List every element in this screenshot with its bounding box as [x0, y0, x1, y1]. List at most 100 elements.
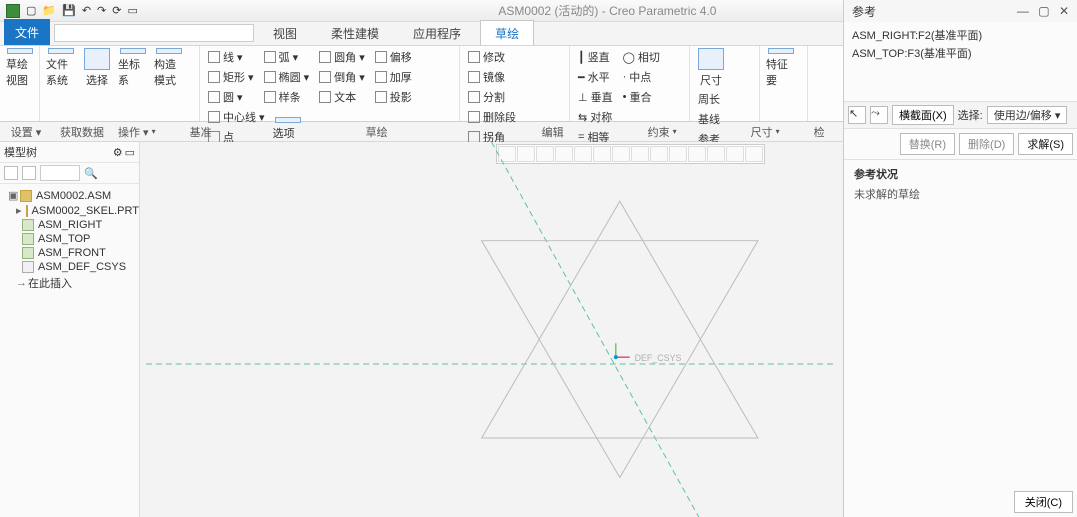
centerline-button[interactable]: 中心线 ▾ — [206, 108, 267, 126]
tab-flex[interactable]: 柔性建模 — [316, 20, 394, 45]
qat-new-icon[interactable]: ▢ — [26, 4, 36, 17]
ref-item-1[interactable]: ASM_RIGHT:F2(基准平面) — [852, 26, 1069, 44]
cross-section-button[interactable]: 横截面(X) — [892, 105, 954, 125]
tree-node-csys[interactable]: ASM_DEF_CSYS — [4, 260, 135, 274]
lbl-ops[interactable]: 操作 ▾ — [118, 124, 156, 140]
delete-button[interactable]: 删除(D) — [959, 133, 1014, 155]
tree-tool-1[interactable] — [4, 166, 18, 180]
baseline-button[interactable]: 基线 — [696, 110, 722, 128]
grp-inspect: 特征要 — [760, 46, 808, 121]
grp-settings: 草绘视图 — [0, 46, 40, 121]
model-tree-panel: 模型树 ⚙ ▭ 🔍 ▣ASM0002.ASM ▸ASM0002_SKEL.PRT… — [0, 142, 140, 517]
coincident-button[interactable]: • 重合 — [621, 88, 662, 106]
sketch-geometry: DEF_CSYS — [140, 142, 843, 517]
construct-button[interactable]: 构造模式 — [154, 48, 184, 88]
reference-status: 参考状况 未求解的草绘 — [844, 160, 1077, 208]
reference-select-bar: ↖ ⤳ 横截面(X) 选择: 使用边/偏移 ▾ — [844, 102, 1077, 129]
status-text: 未求解的草绘 — [854, 186, 1067, 202]
minimize-icon[interactable]: — — [1017, 4, 1029, 18]
select-label: 选择: — [958, 107, 983, 123]
filesystem-button[interactable]: 文件系统 — [46, 48, 76, 88]
chamfer-button[interactable]: 倒角 ▾ — [317, 68, 367, 86]
perimeter-button[interactable]: 周长 — [696, 90, 722, 108]
lbl-getdata[interactable]: 获取数据 — [60, 124, 104, 140]
perp-button[interactable]: ⊥ 垂直 — [576, 88, 615, 106]
tree-node-skel[interactable]: ▸ASM0002_SKEL.PRT — [4, 203, 135, 218]
lbl-settings[interactable]: 设置 ▾ — [6, 124, 46, 140]
sketch-view-button[interactable]: 草绘视图 — [6, 48, 33, 88]
feature-req-button[interactable]: 特征要 — [766, 48, 796, 88]
qat-redo-icon[interactable]: ↷ — [97, 4, 106, 17]
select-mode-dropdown[interactable]: 使用边/偏移 ▾ — [987, 106, 1068, 124]
close-button[interactable]: 关闭(C) — [1014, 491, 1073, 513]
lbl-dim[interactable]: 尺寸 — [751, 124, 780, 140]
spline-button[interactable]: 样条 — [262, 88, 312, 106]
lbl-inspect: 检 — [814, 124, 825, 140]
text-button[interactable]: 文本 — [317, 88, 367, 106]
grp-sketch: 线 ▾ 矩形 ▾ 圆 ▾ 弧 ▾ 椭圆 ▾ 样条 圆角 ▾ 倒角 ▾ 文本 偏移… — [200, 46, 460, 121]
qat-regen-icon[interactable]: ⟳ — [112, 4, 121, 17]
solve-button[interactable]: 求解(S) — [1018, 133, 1073, 155]
references-panel: ASM_RIGHT:F2(基准平面) ASM_TOP:F3(基准平面) ↖ ⤳ … — [843, 22, 1077, 517]
horizontal-button[interactable]: ━ 水平 — [576, 68, 615, 86]
select-button[interactable]: 选择 — [82, 48, 112, 88]
command-search-input[interactable] — [54, 24, 254, 42]
tree-node-right[interactable]: ASM_RIGHT — [4, 218, 135, 232]
qat-open-icon[interactable]: 📁 — [42, 4, 56, 17]
tree-tab-model[interactable]: 模型树 — [4, 144, 111, 160]
mirror-button[interactable]: 镜像 — [466, 68, 507, 86]
panel-close-row: 关闭(C) — [844, 487, 1077, 517]
tab-app[interactable]: 应用程序 — [398, 20, 476, 45]
grp-edit: 修改 镜像 分割 删除段 拐角 旋转调整大小 — [460, 46, 570, 121]
modify-button[interactable]: 修改 — [466, 48, 507, 66]
vertical-button[interactable]: ┃ 竖直 — [576, 48, 615, 66]
reference-buttons: 替换(R) 删除(D) 求解(S) — [844, 129, 1077, 160]
grp-constraint: ┃ 竖直 ━ 水平 ⊥ 垂直 ◯ 相切 · 中点 • 重合 ⇆ 对称 = 相等 … — [570, 46, 690, 121]
midpoint-button[interactable]: · 中点 — [621, 68, 662, 86]
tree-search-icon[interactable]: 🔍 — [84, 167, 98, 180]
arc-button[interactable]: 弧 ▾ — [262, 48, 312, 66]
rect-button[interactable]: 矩形 ▾ — [206, 68, 256, 86]
qat-windows-icon[interactable]: ▭ — [127, 4, 137, 17]
line-button[interactable]: 线 ▾ — [206, 48, 256, 66]
reference-list[interactable]: ASM_RIGHT:F2(基准平面) ASM_TOP:F3(基准平面) — [844, 22, 1077, 102]
tree-root[interactable]: ▣ASM0002.ASM — [4, 188, 135, 203]
tree-tab-bar: 模型树 ⚙ ▭ — [0, 142, 139, 163]
grp-dimension: 尺寸 周长 基线 参考 — [690, 46, 760, 121]
offset-button[interactable]: 偏移 — [373, 48, 414, 66]
tree-tool-2[interactable] — [22, 166, 36, 180]
replace-button[interactable]: 替换(R) — [900, 133, 955, 155]
tab-sketch[interactable]: 草绘 — [480, 20, 534, 45]
tree-config-icon[interactable]: ⚙ — [113, 146, 123, 159]
close-icon[interactable]: ✕ — [1059, 4, 1069, 18]
dimension-button[interactable]: 尺寸 — [696, 48, 726, 88]
tangent-button[interactable]: ◯ 相切 — [621, 48, 662, 66]
svg-text:DEF_CSYS: DEF_CSYS — [635, 353, 682, 363]
csys-button[interactable]: 坐标系 — [118, 48, 148, 88]
lbl-constraint[interactable]: 约束 — [648, 124, 677, 140]
right-panel-title: 参考 — [852, 3, 876, 20]
tree-node-front[interactable]: ASM_FRONT — [4, 246, 135, 260]
tree-node-insert[interactable]: →在此插入 — [4, 274, 135, 292]
tree-toolbar: 🔍 — [0, 163, 139, 184]
tab-file[interactable]: 文件 — [4, 19, 50, 45]
tree-node-top[interactable]: ASM_TOP — [4, 232, 135, 246]
fillet-button[interactable]: 圆角 ▾ — [317, 48, 367, 66]
maximize-icon[interactable]: ▢ — [1038, 4, 1049, 18]
pick-chain-icon[interactable]: ⤳ — [870, 106, 888, 124]
qat-save-icon[interactable]: 💾 — [62, 4, 76, 17]
project-button[interactable]: 投影 — [373, 88, 414, 106]
qat-undo-icon[interactable]: ↶ — [82, 4, 91, 17]
pick-arrow-icon[interactable]: ↖ — [848, 106, 866, 124]
circle-button[interactable]: 圆 ▾ — [206, 88, 256, 106]
tab-view[interactable]: 视图 — [258, 20, 312, 45]
ref-item-2[interactable]: ASM_TOP:F3(基准平面) — [852, 44, 1069, 62]
delseg-button[interactable]: 删除段 — [466, 108, 551, 126]
tree-collapse-icon[interactable]: ▭ — [125, 146, 135, 159]
tree-filter-input[interactable] — [40, 165, 80, 181]
thicken-button[interactable]: 加厚 — [373, 68, 414, 86]
ellipse-button[interactable]: 椭圆 ▾ — [262, 68, 312, 86]
graphics-canvas[interactable]: DEF_CSYS — [140, 142, 843, 517]
split-button[interactable]: 分割 — [466, 88, 507, 106]
symmetric-button[interactable]: ⇆ 对称 — [576, 108, 614, 126]
